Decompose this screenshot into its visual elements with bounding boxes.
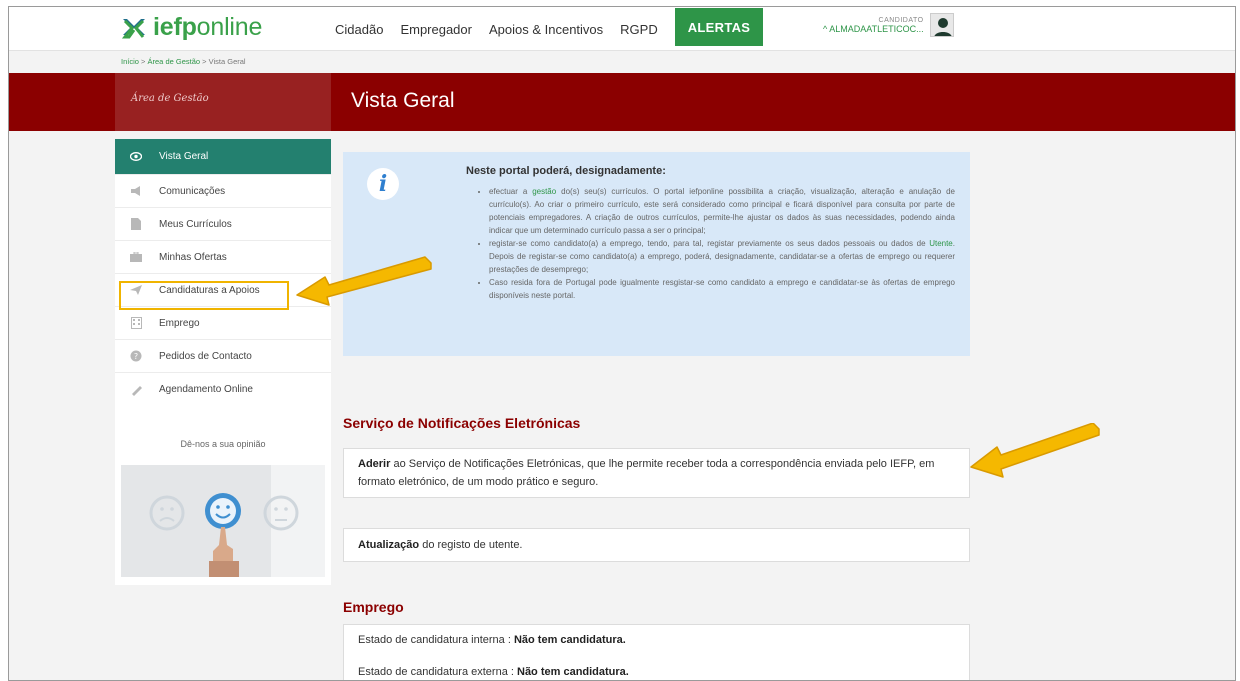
breadcrumb-area-gestao[interactable]: Área de Gestão xyxy=(148,57,201,66)
user-name-text: ALMADAATLETICOC... xyxy=(829,23,924,34)
emprego-section-title: Emprego xyxy=(343,599,404,615)
nav-alertas[interactable]: ALERTAS xyxy=(674,8,764,46)
sidebar-item-label: Meus Currículos xyxy=(159,218,232,230)
gestao-link[interactable]: gestão xyxy=(532,187,556,196)
document-icon xyxy=(129,218,143,230)
info-bullet-1: efectuar a gestão do(s) seu(s) currículo… xyxy=(489,185,955,237)
candidatura-interna-row: Estado de candidatura interna : Não tem … xyxy=(358,634,626,646)
sidebar-item-meus-curriculos[interactable]: Meus Currículos xyxy=(115,208,331,241)
nav-apoios-incentivos[interactable]: Apoios & Incentivos xyxy=(489,22,603,37)
iefp-logo[interactable]: iefponline xyxy=(121,13,262,42)
annotation-arrow-right-icon xyxy=(970,423,1100,478)
breadcrumb: Início > Área de Gestão > Vista Geral xyxy=(121,57,246,66)
breadcrumb-separator: > xyxy=(141,57,146,66)
info-bullet-3: Caso resida fora de Portugal pode igualm… xyxy=(489,276,955,302)
info-icon: i xyxy=(367,168,399,200)
sidebar-item-label: Emprego xyxy=(159,317,200,329)
breadcrumb-current: Vista Geral xyxy=(208,57,246,66)
svg-text:?: ? xyxy=(134,352,138,361)
megaphone-icon xyxy=(129,185,143,197)
area-gestao-label: Área de Gestão xyxy=(131,93,209,104)
notifications-text: Aderir ao Serviço de Notificações Eletró… xyxy=(358,458,935,488)
logo-text: iefponline xyxy=(153,13,263,41)
sidebar: Vista Geral Comunicações Meus Currículos… xyxy=(115,139,331,585)
sidebar-item-label: Agendamento Online xyxy=(159,384,253,395)
nav-empregador[interactable]: Empregador xyxy=(400,22,472,37)
info-bullet-2: registar-se como candidato(a) a emprego,… xyxy=(489,237,955,276)
area-gestao-header: Área de Gestão xyxy=(115,73,331,131)
chevron-up-icon: ^ xyxy=(823,23,828,34)
sidebar-item-label: Pedidos de Contacto xyxy=(159,350,252,362)
sidebar-item-vista-geral[interactable]: Vista Geral xyxy=(115,139,331,175)
sidebar-item-label: Minhas Ofertas xyxy=(159,251,227,263)
top-navigation-bar: iefponline Cidadão Empregador Apoios & I… xyxy=(9,7,1235,51)
user-name: ^ ALMADAATLETICOC... xyxy=(823,23,924,34)
update-text: Atualização do registo de utente. xyxy=(358,539,523,551)
browser-page: iefponline Cidadão Empregador Apoios & I… xyxy=(8,6,1236,681)
breadcrumb-separator: > xyxy=(202,57,207,66)
info-list: efectuar a gestão do(s) seu(s) currículo… xyxy=(483,185,955,302)
candidatura-externa-row: Estado de candidatura externa : Não tem … xyxy=(358,666,629,678)
help-icon: ? xyxy=(129,350,143,362)
user-role: CANDIDATO xyxy=(878,16,924,24)
page-title: Vista Geral xyxy=(351,89,455,112)
ticket-icon xyxy=(129,384,143,396)
sidebar-item-emprego[interactable]: Emprego xyxy=(115,307,331,340)
info-heading: Neste portal poderá, designadamente: xyxy=(466,165,666,177)
user-silhouette-icon xyxy=(934,18,952,36)
eye-icon xyxy=(129,151,143,163)
user-menu[interactable]: CANDIDATO ^ ALMADAATLETICOC... xyxy=(823,13,954,37)
utente-link[interactable]: Utente xyxy=(929,239,953,248)
feedback-image[interactable] xyxy=(121,465,325,577)
atualizacao-link[interactable]: Atualização xyxy=(358,539,419,551)
briefcase-icon xyxy=(129,251,143,263)
emprego-card: Estado de candidatura interna : Não tem … xyxy=(343,624,970,680)
notifications-card: Aderir ao Serviço de Notificações Eletró… xyxy=(343,448,970,498)
feedback-label: Dê-nos a sua opinião xyxy=(180,439,266,449)
page-header-band: Área de Gestão Vista Geral xyxy=(9,73,1235,131)
main-nav: Cidadão Empregador Apoios & Incentivos R… xyxy=(335,7,764,51)
breadcrumb-inicio[interactable]: Início xyxy=(121,57,139,66)
sidebar-item-comunicacoes[interactable]: Comunicações xyxy=(115,175,331,208)
building-icon xyxy=(129,317,143,329)
nav-cidadao[interactable]: Cidadão xyxy=(335,22,383,37)
annotation-arrow-left-icon xyxy=(296,256,432,306)
avatar[interactable] xyxy=(929,13,954,37)
nav-rgpd[interactable]: RGPD xyxy=(620,22,658,37)
sidebar-item-pedidos-contacto[interactable]: ? Pedidos de Contacto xyxy=(115,340,331,373)
logo-mark-icon xyxy=(121,18,145,38)
aderir-link[interactable]: Aderir xyxy=(358,458,390,470)
info-panel: i Neste portal poderá, designadamente: e… xyxy=(343,152,970,356)
update-card: Atualização do registo de utente. xyxy=(343,528,970,562)
sidebar-item-agendamento-online[interactable]: Agendamento Online xyxy=(115,373,331,406)
sidebar-item-label: Vista Geral xyxy=(159,151,209,162)
highlight-box xyxy=(119,281,289,310)
notifications-section-title: Serviço de Notificações Eletrónicas xyxy=(343,415,581,431)
feedback-smileys-illustration xyxy=(121,465,325,577)
sidebar-item-label: Comunicações xyxy=(159,185,226,197)
user-info: CANDIDATO ^ ALMADAATLETICOC... xyxy=(823,17,924,34)
